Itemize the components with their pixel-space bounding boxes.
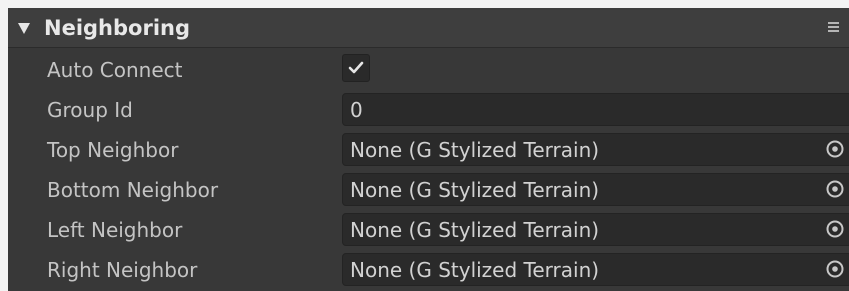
right-neighbor-value: None (G Stylized Terrain)	[350, 258, 600, 282]
label-auto-connect: Auto Connect	[47, 58, 183, 82]
label-right-neighbor: Right Neighbor	[47, 258, 198, 282]
group-id-value: 0	[350, 98, 363, 122]
label-bottom-neighbor: Bottom Neighbor	[47, 178, 219, 202]
top-neighbor-field[interactable]: None (G Stylized Terrain)	[342, 133, 849, 166]
label-group-id: Group Id	[47, 98, 133, 122]
section-header-neighboring[interactable]: Neighboring	[8, 8, 849, 48]
object-picker-icon[interactable]	[825, 179, 845, 199]
object-picker-icon[interactable]	[825, 139, 845, 159]
row-top-neighbor: Top Neighbor None (G Stylized Terrain)	[8, 130, 849, 170]
label-left-neighbor: Left Neighbor	[47, 218, 183, 242]
menu-icon[interactable]	[828, 22, 839, 33]
row-right-neighbor: Right Neighbor None (G Stylized Terrain)	[8, 250, 849, 290]
auto-connect-checkbox[interactable]	[342, 54, 370, 82]
triangle-down-icon[interactable]	[18, 23, 30, 34]
bottom-neighbor-value: None (G Stylized Terrain)	[350, 178, 600, 202]
label-top-neighbor: Top Neighbor	[47, 138, 179, 162]
bottom-neighbor-field[interactable]: None (G Stylized Terrain)	[342, 173, 849, 206]
right-neighbor-field[interactable]: None (G Stylized Terrain)	[342, 253, 849, 286]
section-title: Neighboring	[44, 16, 190, 40]
object-picker-icon[interactable]	[825, 219, 845, 239]
left-neighbor-field[interactable]: None (G Stylized Terrain)	[342, 213, 849, 246]
row-group-id: Group Id 0	[8, 90, 849, 130]
left-neighbor-value: None (G Stylized Terrain)	[350, 218, 600, 242]
row-bottom-neighbor: Bottom Neighbor None (G Stylized Terrain…	[8, 170, 849, 210]
top-neighbor-value: None (G Stylized Terrain)	[350, 138, 600, 162]
inspector-panel: Neighboring Auto Connect Group Id 0 Top …	[8, 8, 849, 291]
checkmark-icon	[348, 61, 364, 74]
row-left-neighbor: Left Neighbor None (G Stylized Terrain)	[8, 210, 849, 250]
group-id-field[interactable]: 0	[342, 93, 849, 126]
row-auto-connect: Auto Connect	[8, 50, 849, 90]
object-picker-icon[interactable]	[825, 259, 845, 279]
